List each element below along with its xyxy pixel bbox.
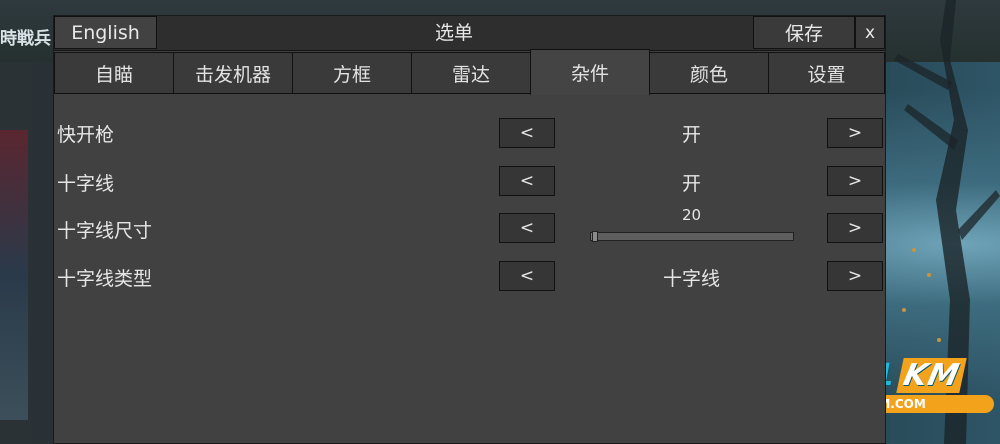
tab-aimbot[interactable]: 自瞄 bbox=[54, 52, 174, 94]
crosshair-size-slider[interactable] bbox=[590, 231, 794, 242]
slider-handle[interactable] bbox=[592, 231, 599, 242]
option-label-crosshair-type: 十字线类型 bbox=[57, 268, 153, 290]
close-button[interactable]: x bbox=[855, 16, 885, 49]
next-button[interactable]: > bbox=[827, 118, 883, 148]
tab-bar: 自瞄 击发机器 方框 雷达 杂件 颜色 设置 bbox=[54, 49, 885, 95]
cheat-menu-window: English 选单 保存 x 自瞄 击发机器 方框 雷达 杂件 颜色 设置 快… bbox=[53, 15, 886, 444]
tab-triggerbot[interactable]: 击发机器 bbox=[173, 52, 293, 94]
next-button[interactable]: > bbox=[827, 261, 883, 291]
next-button[interactable]: > bbox=[827, 213, 883, 243]
option-value: 十字线 bbox=[662, 268, 720, 290]
prev-button[interactable]: < bbox=[499, 213, 555, 243]
prev-button[interactable]: < bbox=[499, 118, 555, 148]
tab-settings[interactable]: 设置 bbox=[768, 52, 885, 94]
save-button[interactable]: 保存 bbox=[753, 16, 855, 49]
option-value: 开 bbox=[681, 124, 701, 146]
game-left-panel bbox=[0, 130, 28, 420]
option-value: 开 bbox=[681, 173, 701, 195]
option-label-crosshair-size: 十字线尺寸 bbox=[57, 220, 153, 242]
next-button[interactable]: > bbox=[827, 166, 883, 196]
prev-button[interactable]: < bbox=[499, 166, 555, 196]
tab-esp-box[interactable]: 方框 bbox=[292, 52, 412, 94]
language-button[interactable]: English bbox=[54, 16, 157, 49]
tab-colors[interactable]: 颜色 bbox=[649, 52, 769, 94]
option-label-crosshair: 十字线 bbox=[57, 173, 115, 195]
tab-radar[interactable]: 雷达 bbox=[411, 52, 531, 94]
game-left-label: 時戦兵 bbox=[0, 29, 51, 49]
option-label-quick-fire: 快开枪 bbox=[57, 124, 115, 146]
prev-button[interactable]: < bbox=[499, 261, 555, 291]
title-bar: English 选单 保存 x bbox=[54, 16, 885, 51]
slider-value: 20 bbox=[681, 206, 702, 224]
window-title: 选单 bbox=[434, 22, 473, 44]
tab-misc[interactable]: 杂件 bbox=[530, 49, 650, 95]
